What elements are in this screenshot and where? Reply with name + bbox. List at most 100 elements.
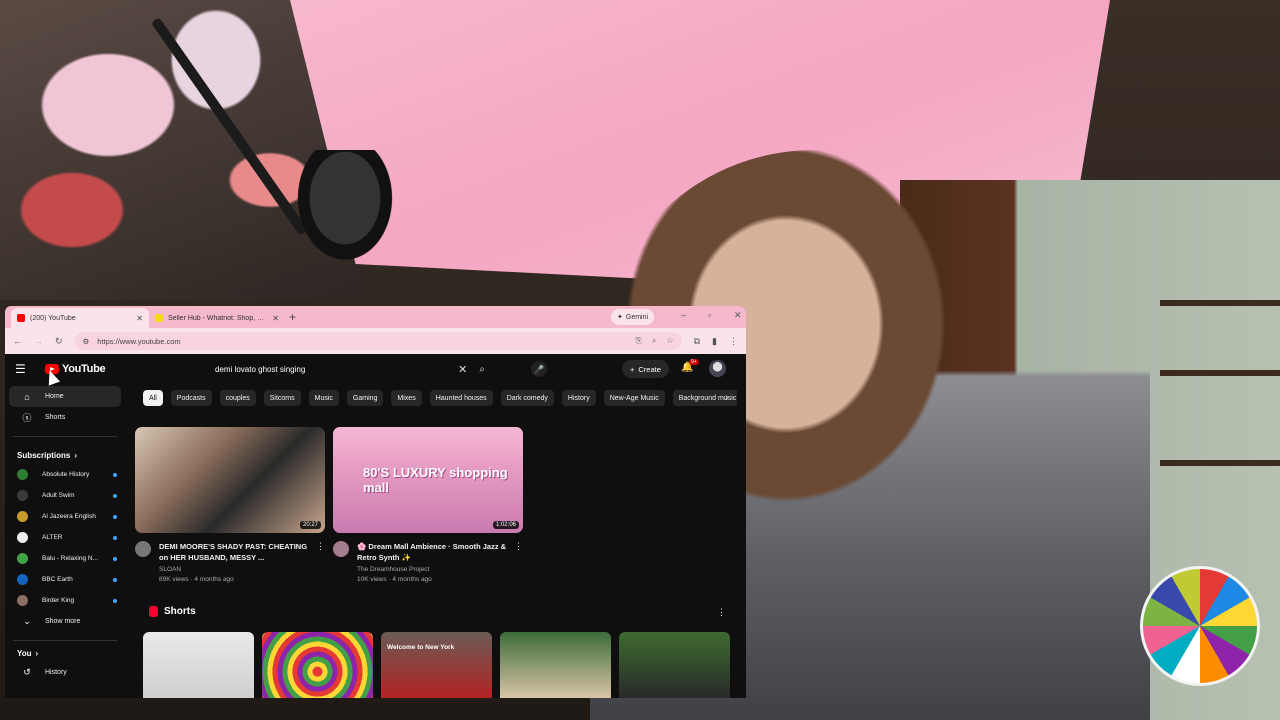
home-icon: ⌂: [24, 391, 30, 402]
address-bar[interactable]: ⚙ https://www.youtube.com ⎘ ⌕ ☆: [74, 332, 682, 350]
channel-avatar[interactable]: [333, 541, 349, 557]
short-thumbnail[interactable]: [143, 632, 254, 698]
subscription-item[interactable]: BBC Earth: [5, 569, 125, 590]
new-content-dot: [113, 472, 117, 477]
channel-name[interactable]: SLOAN: [159, 566, 311, 573]
new-content-dot: [113, 514, 117, 519]
sidebar-item-history[interactable]: ↺ History: [9, 662, 121, 683]
video-thumbnail[interactable]: 80'S LUXURY shopping mall 1:02:06: [333, 427, 523, 533]
short-thumbnail[interactable]: [500, 632, 611, 698]
chip[interactable]: New-Age Music: [603, 390, 665, 406]
hamburger-menu-icon[interactable]: ☰: [15, 362, 33, 376]
chip[interactable]: History: [561, 390, 596, 406]
clear-search-icon[interactable]: ✕: [458, 363, 467, 376]
show-more-button[interactable]: ⌄ Show more: [9, 611, 121, 632]
extensions-icon[interactable]: ⧉: [694, 336, 700, 347]
youtube-wordmark: YouTube: [62, 363, 106, 375]
channel-name[interactable]: The Dreamhouse Project: [357, 566, 509, 573]
channel-avatar[interactable]: [135, 541, 151, 557]
tab-seller-hub[interactable]: Seller Hub - Whatnot: Shop, Sell ✕: [149, 308, 285, 328]
chip[interactable]: couples: [219, 390, 256, 406]
voice-search-icon[interactable]: 🎤: [531, 361, 547, 377]
zoom-icon[interactable]: ⌕: [652, 336, 656, 346]
subscriptions-header[interactable]: Subscriptions ›: [5, 451, 125, 460]
youtube-sidebar: ⌂ Home ⓢ Shorts Subscriptions › Absolute…: [5, 386, 125, 698]
subscription-item[interactable]: Birder King: [5, 590, 125, 611]
new-content-dot: [113, 493, 117, 498]
youtube-header: ☰ YouTube ✕ ⌕ 🎤 + Create 🔔 9+: [5, 354, 746, 384]
new-tab-button[interactable]: +: [289, 310, 296, 324]
account-avatar[interactable]: [709, 360, 726, 377]
new-content-dot: [113, 556, 117, 561]
tab-youtube[interactable]: (200) YouTube ✕: [11, 308, 149, 328]
microphone: [290, 150, 400, 270]
thumbnail-text: 80'S LUXURY shopping mall: [363, 465, 508, 495]
chip[interactable]: Gaming: [346, 390, 384, 406]
profile-icon[interactable]: ▮: [712, 336, 717, 347]
video-card[interactable]: 80'S LUXURY shopping mall 1:02:06 🌸 Drea…: [333, 427, 523, 583]
video-title[interactable]: DEMI MOORE'S SHADY PAST: CHEATING on HER…: [159, 541, 311, 563]
gemini-button[interactable]: ✦ Gemini: [611, 309, 655, 325]
history-icon: ↺: [23, 667, 31, 677]
minimize-icon[interactable]: –: [681, 310, 686, 320]
prize-wheel: [1140, 566, 1260, 686]
chevron-right-icon: ›: [74, 451, 78, 460]
create-label: Create: [638, 364, 661, 374]
more-options-icon[interactable]: ⋮: [316, 541, 325, 552]
short-thumbnail[interactable]: [619, 632, 730, 698]
more-options-icon[interactable]: ⋮: [717, 607, 726, 618]
close-icon[interactable]: ✕: [136, 314, 143, 323]
back-icon[interactable]: ←: [13, 336, 22, 346]
short-thumbnail[interactable]: [262, 632, 373, 698]
browser-window: (200) YouTube ✕ Seller Hub - Whatnot: Sh…: [5, 306, 746, 698]
shelf: [1160, 300, 1280, 306]
subscription-item[interactable]: ALTER: [5, 527, 125, 548]
close-icon[interactable]: ✕: [272, 314, 279, 323]
url-text: https://www.youtube.com: [97, 336, 181, 346]
youtube-favicon-icon: [17, 314, 25, 322]
channel-name: Al Jazeera English: [42, 513, 96, 520]
chevron-right-icon[interactable]: ›: [725, 392, 728, 403]
channel-avatar: [17, 574, 28, 585]
short-thumbnail[interactable]: Welcome to New York: [381, 632, 492, 698]
chip[interactable]: Podcasts: [170, 390, 212, 406]
chip[interactable]: Mixes: [391, 390, 422, 406]
divider: [13, 640, 117, 641]
close-window-icon[interactable]: ✕: [734, 310, 742, 321]
filter-chips: All Podcasts couples Sitcoms Music Gamin…: [143, 390, 737, 406]
chip[interactable]: All: [143, 390, 163, 406]
subscription-item[interactable]: Balu - Relaxing N...: [5, 548, 125, 569]
gemini-icon: ✦: [617, 314, 623, 321]
notification-count-badge: 9+: [689, 359, 699, 365]
sidebar-item-shorts[interactable]: ⓢ Shorts: [9, 407, 121, 428]
forward-icon[interactable]: →: [34, 336, 43, 346]
subscription-item[interactable]: Al Jazeera English: [5, 506, 125, 527]
whatnot-favicon-icon: [155, 314, 163, 322]
search-input[interactable]: [209, 364, 459, 374]
video-card[interactable]: 20:27 DEMI MOORE'S SHADY PAST: CHEATING …: [135, 427, 325, 583]
subscription-item[interactable]: Absolute History: [5, 464, 125, 485]
chip[interactable]: Music: [308, 390, 339, 406]
video-thumbnail[interactable]: 20:27: [135, 427, 325, 533]
shelf: [1160, 370, 1280, 376]
sidebar-item-home[interactable]: ⌂ Home: [9, 386, 121, 407]
tab-title: Seller Hub - Whatnot: Shop, Sell: [168, 314, 269, 322]
install-icon[interactable]: ⎘: [636, 336, 642, 346]
video-stats: 89K views · 4 months ago: [159, 576, 234, 583]
you-header[interactable]: You ›: [5, 649, 125, 658]
gemini-label: Gemini: [625, 313, 649, 321]
shorts-title: Shorts: [164, 606, 196, 617]
search-icon[interactable]: ⌕: [479, 364, 485, 375]
site-info-icon[interactable]: ⚙: [83, 337, 90, 346]
chip[interactable]: Dark comedy: [500, 390, 554, 406]
menu-icon[interactable]: ⋮: [729, 336, 738, 347]
bookmark-star-icon[interactable]: ☆: [666, 336, 673, 346]
more-options-icon[interactable]: ⋮: [514, 541, 523, 552]
chip[interactable]: Sitcoms: [263, 390, 301, 406]
video-title[interactable]: 🌸 Dream Mall Ambience · Smooth Jazz & Re…: [357, 541, 509, 563]
maximize-icon[interactable]: ▫: [708, 310, 711, 320]
chip[interactable]: Haunted houses: [429, 390, 493, 406]
create-button[interactable]: + Create: [622, 360, 669, 378]
subscription-item[interactable]: Adult Swim: [5, 485, 125, 506]
reload-icon[interactable]: ↻: [55, 336, 63, 347]
